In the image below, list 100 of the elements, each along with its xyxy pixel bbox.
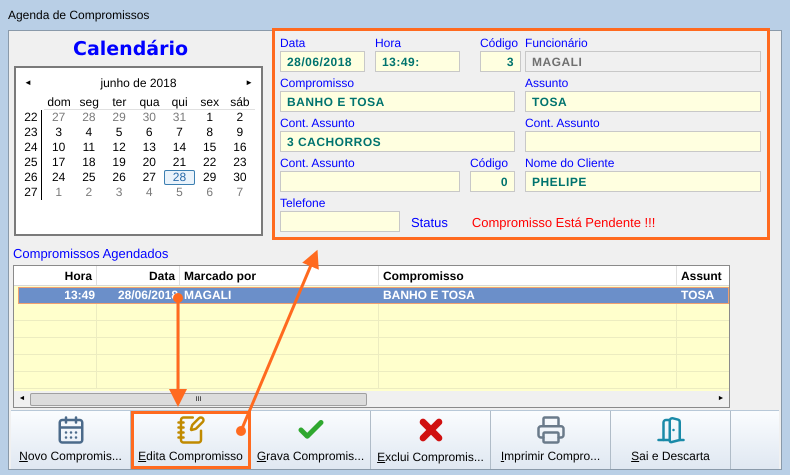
week-number: 27 <box>22 185 42 200</box>
table-cell-text: MAGALI <box>183 288 232 303</box>
table-cell-text: 13:49 <box>63 288 96 303</box>
column-header[interactable]: Assunt <box>677 266 729 285</box>
week-number: 24 <box>22 140 42 155</box>
input-field[interactable] <box>280 211 400 232</box>
calendar-day[interactable]: 22 <box>194 155 225 170</box>
previous-month-button[interactable]: ◄ <box>24 77 32 89</box>
calendar-day[interactable]: 29 <box>104 110 134 125</box>
calendar-day[interactable]: 2 <box>74 185 104 200</box>
column-header[interactable]: Data <box>97 266 180 285</box>
input-field[interactable]: TOSA <box>525 91 761 112</box>
calendar-day[interactable]: 6 <box>134 125 164 140</box>
field-label: Funcionário <box>525 36 589 50</box>
calendar-day[interactable]: 18 <box>74 155 104 170</box>
calendar-day[interactable]: 1 <box>194 110 225 125</box>
calendar-day[interactable]: 19 <box>104 155 134 170</box>
calendar-day[interactable]: 30 <box>224 170 255 185</box>
calendar-day[interactable]: 4 <box>74 125 104 140</box>
calendar[interactable]: ◄ junho de 2018 ► dom seg ter qua qui sex sáb 22 27 28 29 30 31 1 2 23 3 4 5 6 7 8 9 24 10 11 12 13 14 15 16 25 17 18 19 20 21 22 23 26 24 25 26 27 28 29 30 27 1 2 3 4 5 6 7 <box>14 66 263 236</box>
input-field[interactable]: 28/06/2018 <box>280 51 365 72</box>
toolbar-button[interactable]: Exclui Compromis... <box>371 411 491 469</box>
status-label: Status <box>411 214 448 232</box>
week-number: 26 <box>22 170 42 185</box>
calendar-day[interactable]: 31 <box>164 110 195 125</box>
toolbar-button[interactable]: Imprimir Compro... <box>491 411 611 469</box>
calendar-day[interactable]: 26 <box>104 170 134 185</box>
input-field[interactable]: 3 CACHORROS <box>280 131 515 152</box>
notepad-pencil-icon <box>176 415 206 445</box>
field-label: Cont. Assunto <box>280 116 356 130</box>
calendar-day[interactable]: 7 <box>224 185 255 200</box>
field-label: Data <box>280 36 306 50</box>
calendar-day[interactable]: 1 <box>44 185 74 200</box>
calendar-day[interactable]: 25 <box>74 170 104 185</box>
calendar-day[interactable]: 7 <box>164 125 195 140</box>
calendar-day[interactable]: 17 <box>44 155 74 170</box>
next-month-button[interactable]: ► <box>245 77 253 89</box>
status-message: Compromisso Está Pendente !!! <box>472 214 656 232</box>
toolbar-button[interactable]: Sai e Descarta <box>611 411 731 469</box>
input-field[interactable]: 3 <box>480 51 521 72</box>
calendar-day[interactable]: 16 <box>224 140 255 155</box>
input-field[interactable]: BANHO E TOSA <box>280 91 515 112</box>
weekday-label: qua <box>138 94 160 109</box>
week-number: 25 <box>22 155 42 170</box>
field-label: Cont. Assunto <box>525 116 601 130</box>
calendar-heading: Calendário <box>73 37 190 61</box>
weekday-label: ter <box>111 94 128 109</box>
month-title: junho de 2018 <box>100 75 177 92</box>
weekday-label: qui <box>170 94 189 109</box>
printer-icon <box>536 415 566 445</box>
calendar-day[interactable]: 28 <box>74 110 104 125</box>
calendar-day[interactable]: 2 <box>224 110 255 125</box>
calendar-day[interactable]: 11 <box>74 140 104 155</box>
table-cell-text: BANHO E TOSA <box>382 288 476 303</box>
field-label: Assunto <box>525 76 570 90</box>
calendar-day[interactable]: 24 <box>44 170 74 185</box>
calendar-day[interactable]: 21 <box>164 155 195 170</box>
calendar-day[interactable]: 30 <box>134 110 164 125</box>
calendar-day[interactable]: 5 <box>104 125 134 140</box>
field-label: Nome do Cliente <box>525 156 616 170</box>
column-header[interactable]: Marcado por <box>180 266 379 285</box>
calendar-day[interactable]: 10 <box>44 140 74 155</box>
window-title: Agenda de Compromissos <box>8 7 150 24</box>
weekday-label: dom <box>46 94 72 109</box>
calendar-day[interactable]: 28 <box>164 170 195 185</box>
calendar-day[interactable]: 15 <box>194 140 225 155</box>
calendar-day[interactable]: 20 <box>134 155 164 170</box>
calendar-day[interactable]: 5 <box>164 185 195 200</box>
calendar-day[interactable]: 14 <box>164 140 195 155</box>
section-title: Compromissos Agendados <box>13 246 170 262</box>
calendar-day[interactable]: 12 <box>104 140 134 155</box>
week-number: 22 <box>22 110 42 125</box>
week-number: 23 <box>22 125 42 140</box>
calendar-day[interactable]: 13 <box>134 140 164 155</box>
input-field[interactable]: 13:49: <box>375 51 460 72</box>
calendar-day[interactable]: 29 <box>194 170 225 185</box>
weekday-label: sáb <box>229 94 251 109</box>
calendar-day[interactable]: 9 <box>224 125 255 140</box>
column-header[interactable]: Hora <box>14 266 97 285</box>
input-field[interactable]: PHELIPE <box>525 171 761 192</box>
field-label: Cont. Assunto <box>280 156 356 170</box>
calendar-day[interactable]: 3 <box>104 185 134 200</box>
calendar-day[interactable]: 8 <box>194 125 225 140</box>
calendar-day[interactable]: 27 <box>44 110 74 125</box>
calendar-day[interactable]: 4 <box>134 185 164 200</box>
input-field[interactable] <box>525 131 761 152</box>
toolbar-button[interactable]: Grava Compromis... <box>251 411 371 469</box>
calendar-day[interactable]: 27 <box>134 170 164 185</box>
table-cell-text: TOSA <box>680 288 716 303</box>
calendar-day[interactable]: 6 <box>194 185 225 200</box>
field-label: Telefone <box>280 196 326 210</box>
column-header[interactable]: Compromisso <box>379 266 677 285</box>
input-field[interactable] <box>280 171 460 192</box>
weekday-label: seg <box>78 94 100 109</box>
toolbar-button[interactable]: Novo Compromis... <box>11 411 131 469</box>
calendar-day[interactable]: 3 <box>44 125 74 140</box>
calendar-day[interactable]: 23 <box>224 155 255 170</box>
input-field[interactable]: 0 <box>470 171 515 192</box>
toolbar-button[interactable]: Edita Compromisso <box>131 411 251 469</box>
field-label: Código <box>470 156 510 170</box>
